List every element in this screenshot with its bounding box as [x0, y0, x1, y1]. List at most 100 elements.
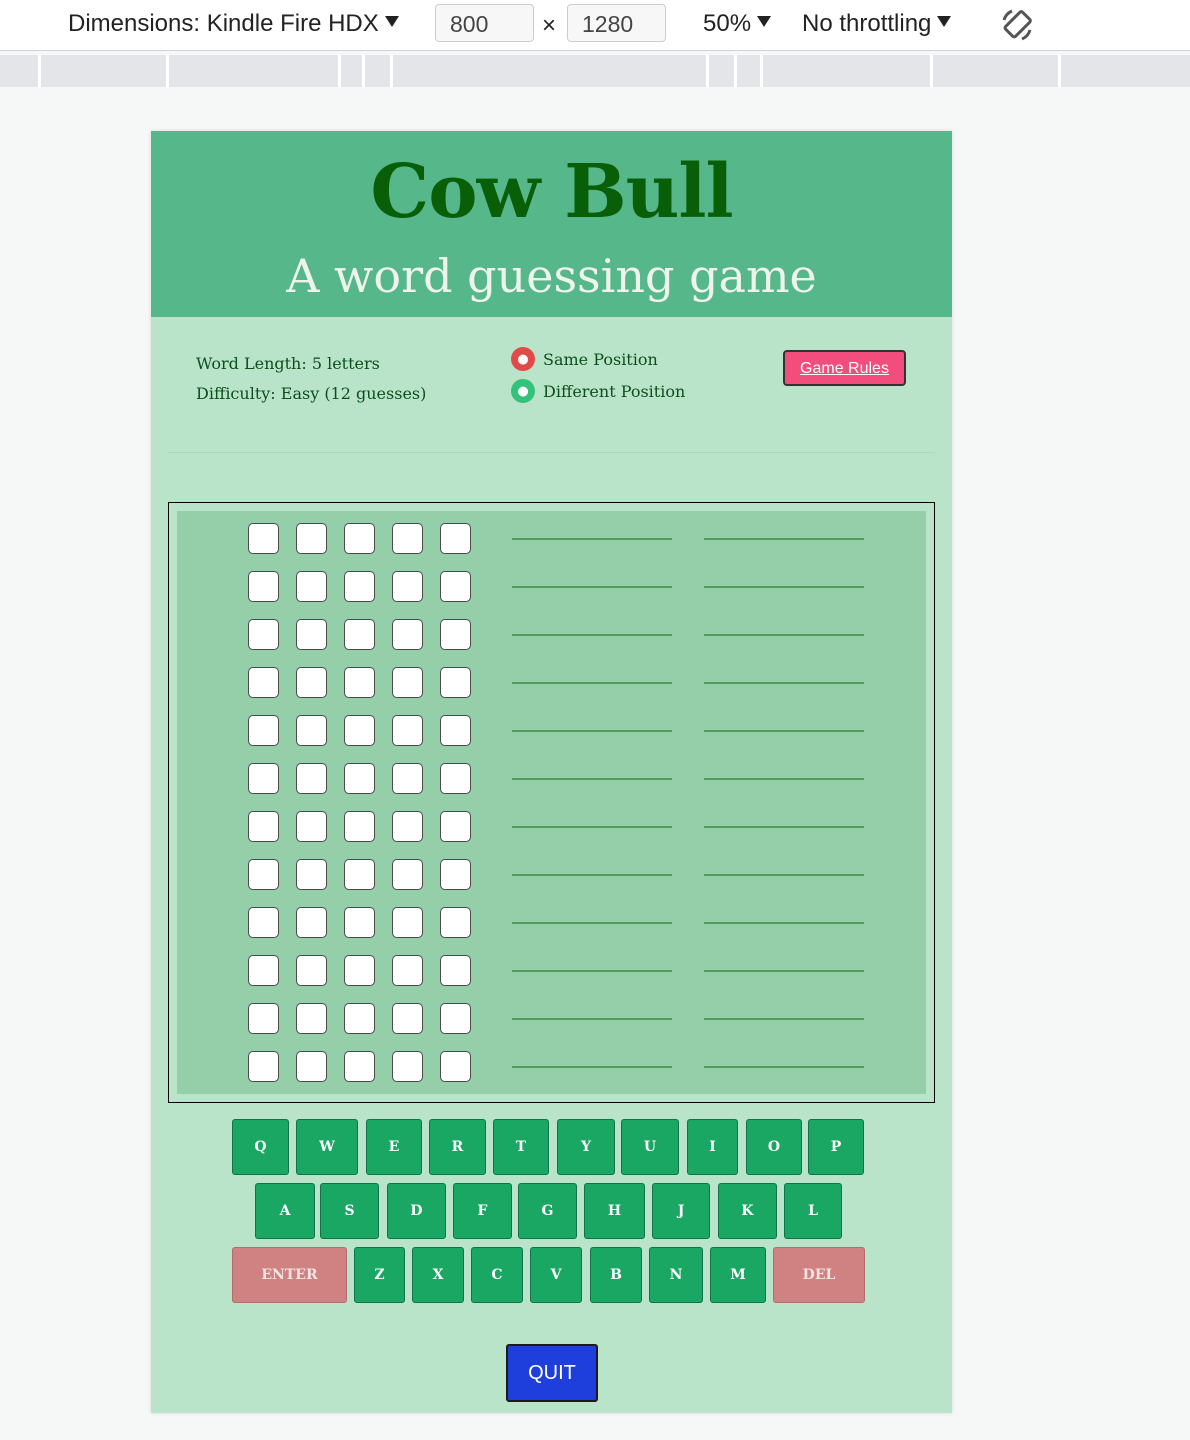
key-f[interactable]: F	[453, 1183, 512, 1239]
letter-cell[interactable]	[392, 1003, 423, 1034]
game-info: Word Length: 5 letters Difficulty: Easy …	[196, 349, 426, 409]
key-q[interactable]: Q	[232, 1119, 289, 1175]
letter-cell[interactable]	[248, 763, 279, 794]
key-i[interactable]: I	[687, 1119, 738, 1175]
quit-button[interactable]: QUIT	[506, 1344, 598, 1402]
letter-cell[interactable]	[392, 667, 423, 698]
zoom-dropdown[interactable]: 50%	[703, 10, 772, 38]
letter-cell[interactable]	[248, 811, 279, 842]
key-del[interactable]: DEL	[773, 1247, 865, 1303]
letter-cell[interactable]	[296, 907, 327, 938]
key-z[interactable]: Z	[354, 1247, 405, 1303]
letter-cell[interactable]	[392, 763, 423, 794]
letter-cell[interactable]	[392, 955, 423, 986]
letter-cell[interactable]	[392, 571, 423, 602]
letter-cell[interactable]	[248, 859, 279, 890]
letter-cell[interactable]	[248, 1051, 279, 1082]
width-input[interactable]: 800	[435, 4, 534, 42]
letter-cell[interactable]	[344, 763, 375, 794]
letter-cell[interactable]	[296, 523, 327, 554]
key-o[interactable]: O	[746, 1119, 802, 1175]
letter-cell[interactable]	[344, 1003, 375, 1034]
key-j[interactable]: J	[652, 1183, 710, 1239]
letter-cell[interactable]	[248, 907, 279, 938]
letter-cell[interactable]	[344, 1051, 375, 1082]
letter-cell[interactable]	[440, 907, 471, 938]
letter-cell[interactable]	[344, 667, 375, 698]
letter-cell[interactable]	[296, 667, 327, 698]
letter-cell[interactable]	[344, 811, 375, 842]
letter-cell[interactable]	[440, 859, 471, 890]
key-enter[interactable]: ENTER	[232, 1247, 347, 1303]
key-h[interactable]: H	[584, 1183, 645, 1239]
letter-cell[interactable]	[296, 619, 327, 650]
letter-cell[interactable]	[344, 571, 375, 602]
letter-cell[interactable]	[296, 763, 327, 794]
letter-cell[interactable]	[440, 523, 471, 554]
key-w[interactable]: W	[296, 1119, 358, 1175]
game-rules-button[interactable]: Game Rules	[783, 350, 906, 386]
key-a[interactable]: A	[255, 1183, 315, 1239]
key-x[interactable]: X	[412, 1247, 464, 1303]
letter-cell[interactable]	[440, 667, 471, 698]
key-d[interactable]: D	[387, 1183, 446, 1239]
letter-cell[interactable]	[344, 619, 375, 650]
letter-cell[interactable]	[440, 619, 471, 650]
key-u[interactable]: U	[621, 1119, 679, 1175]
letter-cell[interactable]	[296, 1003, 327, 1034]
letter-cell[interactable]	[296, 1051, 327, 1082]
letter-cell[interactable]	[248, 667, 279, 698]
letter-cell[interactable]	[440, 1003, 471, 1034]
rotate-icon[interactable]	[998, 6, 1036, 51]
key-l[interactable]: L	[784, 1183, 842, 1239]
letter-cell[interactable]	[440, 1051, 471, 1082]
key-t[interactable]: T	[493, 1119, 549, 1175]
key-m[interactable]: M	[710, 1247, 766, 1303]
letter-cell[interactable]	[296, 859, 327, 890]
dimensions-label: Dimensions: Kindle Fire HDX	[68, 10, 379, 37]
letter-cell[interactable]	[392, 715, 423, 746]
letter-cell[interactable]	[392, 811, 423, 842]
letter-cell[interactable]	[344, 859, 375, 890]
letter-cell[interactable]	[248, 619, 279, 650]
key-r[interactable]: R	[429, 1119, 486, 1175]
height-input[interactable]: 1280	[567, 4, 666, 42]
letter-cell[interactable]	[296, 571, 327, 602]
key-p[interactable]: P	[808, 1119, 864, 1175]
throttling-dropdown[interactable]: No throttling	[802, 10, 952, 38]
letter-cell[interactable]	[248, 523, 279, 554]
letter-cell[interactable]	[344, 715, 375, 746]
media-query-ruler[interactable]	[0, 55, 1190, 87]
letter-cell[interactable]	[392, 619, 423, 650]
key-g[interactable]: G	[518, 1183, 577, 1239]
letter-cell[interactable]	[344, 523, 375, 554]
letter-cell[interactable]	[392, 1051, 423, 1082]
key-y[interactable]: Y	[557, 1119, 615, 1175]
letter-cell[interactable]	[344, 907, 375, 938]
letter-cell[interactable]	[248, 1003, 279, 1034]
key-s[interactable]: S	[320, 1183, 379, 1239]
letter-cell[interactable]	[440, 715, 471, 746]
letter-cell[interactable]	[392, 523, 423, 554]
letter-cell[interactable]	[440, 811, 471, 842]
letter-cell[interactable]	[440, 763, 471, 794]
letter-cell[interactable]	[440, 571, 471, 602]
key-c[interactable]: C	[471, 1247, 523, 1303]
key-k[interactable]: K	[718, 1183, 777, 1239]
letter-cell[interactable]	[392, 859, 423, 890]
key-e[interactable]: E	[366, 1119, 422, 1175]
letter-cell[interactable]	[248, 955, 279, 986]
letter-cell[interactable]	[440, 955, 471, 986]
key-v[interactable]: V	[530, 1247, 582, 1303]
letter-cell[interactable]	[248, 715, 279, 746]
device-dimensions-dropdown[interactable]: Dimensions: Kindle Fire HDX	[68, 10, 399, 38]
letter-cell[interactable]	[296, 955, 327, 986]
letter-cell[interactable]	[296, 715, 327, 746]
letter-cell[interactable]	[296, 811, 327, 842]
bull-count-line	[512, 538, 672, 540]
letter-cell[interactable]	[344, 955, 375, 986]
key-b[interactable]: B	[590, 1247, 642, 1303]
letter-cell[interactable]	[392, 907, 423, 938]
key-n[interactable]: N	[649, 1247, 703, 1303]
letter-cell[interactable]	[248, 571, 279, 602]
